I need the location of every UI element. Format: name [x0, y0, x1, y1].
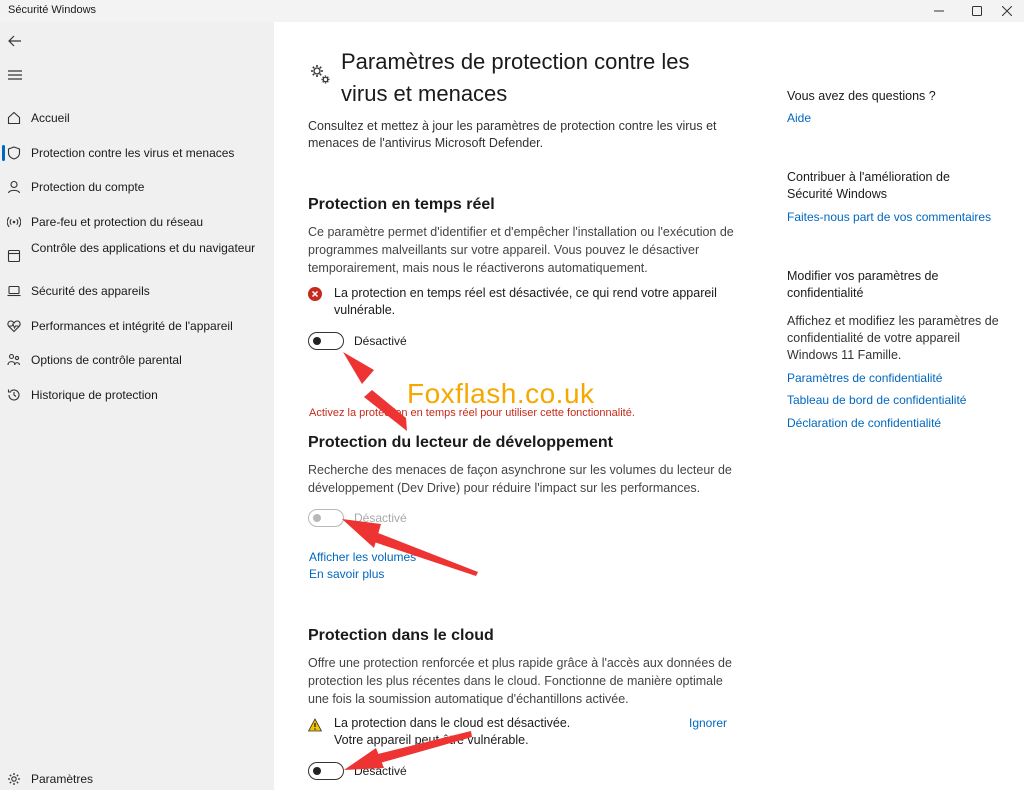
devdrive-toggle-label: Désactivé — [354, 511, 407, 525]
sidebar-item-virus-protection[interactable]: Protection contre les virus et menaces — [0, 144, 274, 162]
show-volumes-link[interactable]: Afficher les volumes — [309, 550, 416, 564]
security-window: Sécurité Windows Accueil Protection cont… — [0, 0, 1024, 790]
sidebar-item-label: Performances et intégrité de l'appareil — [31, 319, 233, 333]
family-icon — [6, 352, 22, 368]
devdrive-protection-title: Protection du lecteur de développement — [308, 434, 613, 451]
wifi-signal-icon — [6, 214, 22, 230]
cloud-alert-text: La protection dans le cloud est désactiv… — [334, 716, 571, 747]
feedback-link[interactable]: Faites-nous part de vos commentaires — [787, 210, 991, 224]
toggle-knob — [313, 336, 321, 345]
questions-heading: Vous avez des questions ? — [787, 89, 936, 103]
cloud-protection-title: Protection dans le cloud — [308, 627, 494, 644]
devdrive-protection-toggle[interactable] — [308, 509, 344, 527]
active-indicator — [2, 145, 5, 161]
sidebar-item-device-performance[interactable]: Performances et intégrité de l'appareil — [0, 317, 274, 335]
devdrive-protection-description: Recherche des menaces de façon asynchron… — [308, 463, 732, 495]
help-link[interactable]: Aide — [787, 111, 811, 125]
warning-icon — [308, 718, 322, 732]
main-content: Paramètres de protection contre les viru… — [274, 22, 1024, 790]
person-icon — [6, 179, 22, 195]
sidebar-item-family-options[interactable]: Options de contrôle parental — [0, 351, 274, 369]
sidebar-item-label: Paramètres — [31, 772, 94, 786]
cloud-toggle-row: Désactivé — [308, 761, 608, 783]
sidebar: Accueil Protection contre les virus et m… — [0, 22, 274, 790]
sidebar-item-settings[interactable]: Paramètres — [0, 770, 274, 788]
page-title: Paramètres de protection contre les viru… — [341, 49, 690, 106]
close-button[interactable] — [984, 0, 1024, 22]
realtime-protection-title: Protection en temps réel — [308, 196, 495, 213]
ignore-link[interactable]: Ignorer — [689, 716, 727, 730]
sidebar-item-label: Protection contre les virus et menaces — [31, 146, 235, 160]
maximize-icon — [972, 6, 982, 16]
laptop-icon — [6, 283, 22, 299]
sidebar-item-protection-history[interactable]: Historique de protection — [0, 386, 274, 404]
sidebar-item-label: Pare-feu et protection du réseau — [31, 215, 204, 229]
back-button[interactable] — [4, 30, 26, 52]
cloud-toggle-label: Désactivé — [354, 764, 407, 778]
page-description: Consultez et mettez à jour les paramètre… — [308, 119, 717, 150]
realtime-alert: La protection en temps réel est désactiv… — [308, 285, 738, 321]
close-icon — [1002, 6, 1012, 16]
watermark-text: Foxflash.co.uk — [407, 378, 595, 409]
sidebar-item-label: Protection du compte — [31, 180, 145, 194]
realtime-protection-description: Ce paramètre permet d'identifier et d'em… — [308, 225, 734, 275]
home-icon — [6, 110, 22, 126]
realtime-toggle-row: Désactivé — [308, 331, 608, 353]
error-icon — [308, 287, 322, 301]
gears-icon — [308, 62, 332, 86]
shield-icon — [6, 145, 22, 161]
toggle-knob — [313, 513, 321, 522]
hamburger-icon — [8, 70, 22, 80]
sidebar-item-label: Contrôle des applications et du navigate… — [31, 241, 256, 255]
heart-pulse-icon — [6, 318, 22, 334]
history-icon — [6, 387, 22, 403]
cloud-protection-toggle[interactable] — [308, 762, 344, 780]
sidebar-item-accueil[interactable]: Accueil — [0, 109, 274, 127]
hamburger-menu-button[interactable] — [4, 64, 26, 86]
title-bar: Sécurité Windows — [0, 0, 1024, 22]
realtime-protection-toggle[interactable] — [308, 332, 344, 350]
privacy-heading: Modifier vos paramètres de confidentiali… — [787, 269, 939, 300]
privacy-statement-link[interactable]: Déclaration de confidentialité — [787, 416, 941, 430]
contribute-heading: Contribuer à l'amélioration de Sécurité … — [787, 170, 950, 201]
window-title: Sécurité Windows — [8, 4, 97, 16]
gear-icon — [6, 771, 22, 787]
learn-more-link[interactable]: En savoir plus — [309, 567, 384, 581]
sidebar-item-label: Options de contrôle parental — [31, 353, 182, 367]
privacy-description: Affichez et modifiez les paramètres de c… — [787, 314, 999, 362]
realtime-alert-text: La protection en temps réel est désactiv… — [334, 286, 717, 317]
minimize-icon — [934, 10, 944, 12]
toggle-knob — [313, 766, 321, 775]
app-window-icon — [6, 248, 22, 264]
privacy-settings-link[interactable]: Paramètres de confidentialité — [787, 371, 942, 385]
sidebar-item-account-protection[interactable]: Protection du compte — [0, 178, 274, 196]
realtime-toggle-label: Désactivé — [354, 334, 407, 348]
devdrive-toggle-row: Désactivé — [308, 508, 608, 530]
sidebar-item-label: Historique de protection — [31, 388, 158, 402]
sidebar-item-label: Accueil — [31, 111, 70, 125]
cloud-protection-description: Offre une protection renforcée et plus r… — [308, 656, 732, 706]
sidebar-item-device-security[interactable]: Sécurité des appareils — [0, 282, 274, 300]
privacy-dashboard-link[interactable]: Tableau de bord de confidentialité — [787, 393, 966, 407]
back-arrow-icon — [8, 35, 21, 47]
sidebar-item-label: Sécurité des appareils — [31, 284, 150, 298]
cloud-alert: La protection dans le cloud est désactiv… — [308, 715, 608, 751]
sidebar-item-app-browser-control[interactable]: Contrôle des applications et du navigate… — [0, 238, 274, 274]
sidebar-item-firewall[interactable]: Pare-feu et protection du réseau — [0, 213, 274, 231]
